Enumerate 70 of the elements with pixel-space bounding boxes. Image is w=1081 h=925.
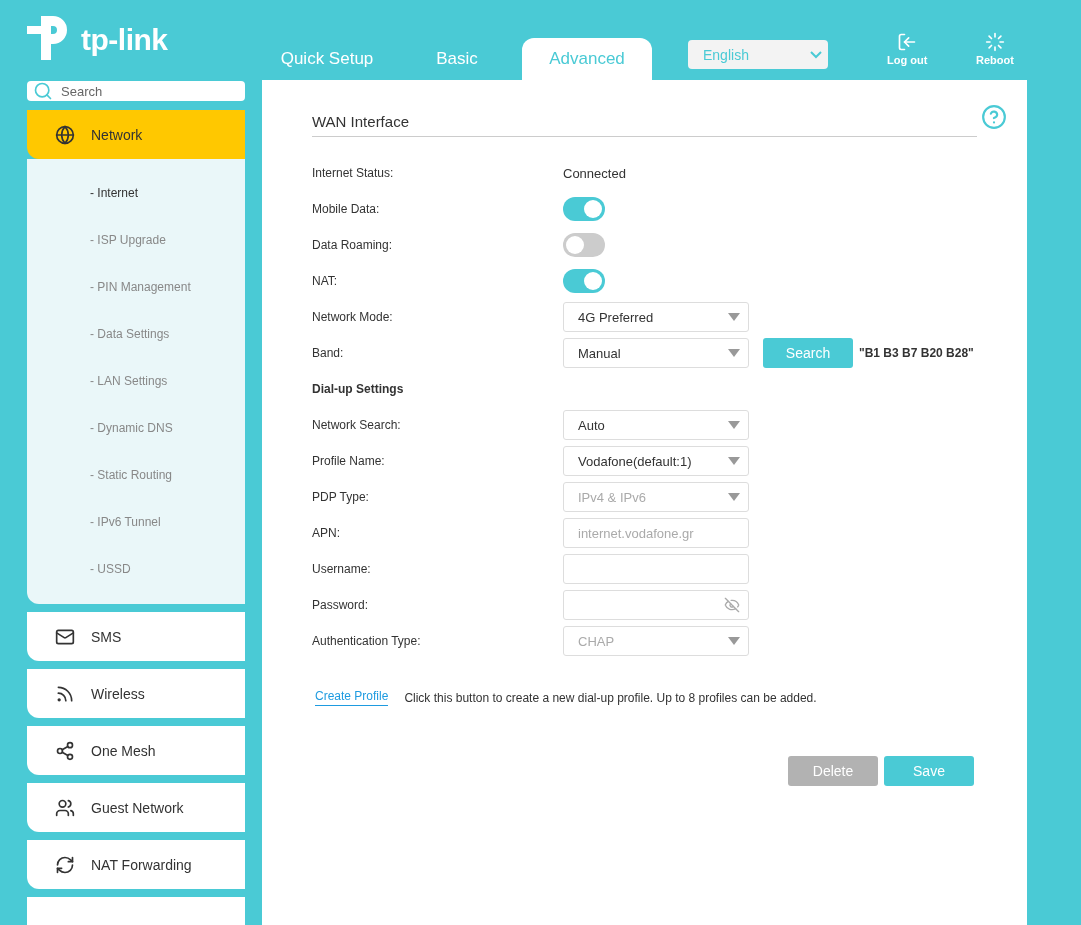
dropdown-arrow-icon bbox=[728, 457, 740, 465]
field-label: APN: bbox=[312, 526, 341, 540]
field-label: Band: bbox=[312, 346, 345, 360]
dropdown-arrow-icon bbox=[728, 637, 740, 645]
panel-title: WAN Interface bbox=[312, 113, 977, 137]
nav-tab[interactable]: Basic bbox=[392, 38, 522, 80]
dropdown-select[interactable]: Auto bbox=[563, 410, 749, 440]
dropdown-select[interactable]: Manual bbox=[563, 338, 749, 368]
nav-tab[interactable]: Quick Setup bbox=[262, 38, 392, 80]
field-label: NAT: bbox=[312, 274, 339, 288]
sidebar-item[interactable]: Guest Network bbox=[27, 783, 245, 832]
section-heading: Dial-up Settings bbox=[312, 382, 405, 396]
submenu-item[interactable]: - Static Routing bbox=[27, 451, 245, 498]
password-field[interactable] bbox=[563, 590, 749, 620]
logo-text: tp-link bbox=[81, 23, 168, 57]
sidebar-item[interactable]: Network bbox=[27, 110, 245, 159]
search-field[interactable]: Search bbox=[27, 81, 245, 101]
field-label: Network Search: bbox=[312, 418, 402, 432]
search-icon bbox=[33, 81, 53, 101]
toggle-switch[interactable] bbox=[563, 233, 605, 257]
submenu-item[interactable]: - PIN Management bbox=[27, 263, 245, 310]
submenu-item[interactable]: - ISP Upgrade bbox=[27, 216, 245, 263]
field-label: Password: bbox=[312, 598, 370, 612]
field-label: Profile Name: bbox=[312, 454, 386, 468]
field-label: Authentication Type: bbox=[312, 634, 422, 648]
create-profile-link[interactable]: Create Profile bbox=[315, 689, 389, 706]
delete-button[interactable]: Delete bbox=[788, 756, 878, 786]
submenu-item[interactable]: - USSD bbox=[27, 545, 245, 592]
dropdown-select[interactable]: Vodafone(default:1) bbox=[563, 446, 749, 476]
submenu-item[interactable]: - LAN Settings bbox=[27, 357, 245, 404]
submenu-item[interactable]: - Dynamic DNS bbox=[27, 404, 245, 451]
sidebar-item[interactable]: NAT Forwarding bbox=[27, 840, 245, 889]
submenu-item[interactable]: - Data Settings bbox=[27, 310, 245, 357]
logout-icon bbox=[897, 32, 918, 52]
band-list-text: "B1 B3 B7 B20 B28" bbox=[859, 346, 974, 360]
search-button[interactable]: Search bbox=[763, 338, 853, 368]
field-label: Mobile Data: bbox=[312, 202, 381, 216]
reboot-button[interactable]: Reboot bbox=[976, 32, 1014, 66]
dropdown-arrow-icon bbox=[728, 313, 740, 321]
hint-text: Click this button to create a new dial-up profile. Up to 8 profiles can be added. bbox=[404, 690, 817, 705]
field-label: Data Roaming: bbox=[312, 238, 394, 252]
submenu-item[interactable]: - IPv6 Tunnel bbox=[27, 498, 245, 545]
toggle-switch[interactable] bbox=[563, 197, 605, 221]
field-label: Internet Status: bbox=[312, 166, 395, 180]
circular-arrows-icon bbox=[55, 854, 75, 875]
language-select[interactable]: English bbox=[688, 40, 828, 69]
field-label: Username: bbox=[312, 562, 372, 576]
sidebar-item[interactable]: One Mesh bbox=[27, 726, 245, 775]
nodes-icon bbox=[55, 740, 75, 761]
input-field[interactable] bbox=[563, 554, 749, 584]
save-button[interactable]: Save bbox=[884, 756, 974, 786]
sidebar-item[interactable]: Wireless bbox=[27, 669, 245, 718]
sidebar-item[interactable]: SMS bbox=[27, 612, 245, 661]
field-label: Network Mode: bbox=[312, 310, 394, 324]
dropdown-select[interactable]: 4G Preferred bbox=[563, 302, 749, 332]
nav-tab[interactable]: Advanced bbox=[522, 38, 652, 80]
toggle-switch[interactable] bbox=[563, 269, 605, 293]
logout-button[interactable]: Log out bbox=[887, 32, 928, 66]
people-icon bbox=[55, 797, 75, 818]
submenu-item[interactable]: - Internet bbox=[27, 169, 245, 216]
help-icon[interactable] bbox=[981, 104, 1007, 130]
chevron-down-icon bbox=[810, 50, 822, 59]
hidden-eye-icon[interactable] bbox=[724, 597, 740, 613]
field-label: PDP Type: bbox=[312, 490, 370, 504]
spinner-icon bbox=[984, 32, 1005, 52]
globe-icon bbox=[55, 124, 75, 145]
dropdown-arrow-icon bbox=[728, 421, 740, 429]
status-value: Connected bbox=[563, 165, 627, 181]
dropdown-arrow-icon bbox=[728, 349, 740, 357]
dropdown-arrow-icon bbox=[728, 493, 740, 501]
